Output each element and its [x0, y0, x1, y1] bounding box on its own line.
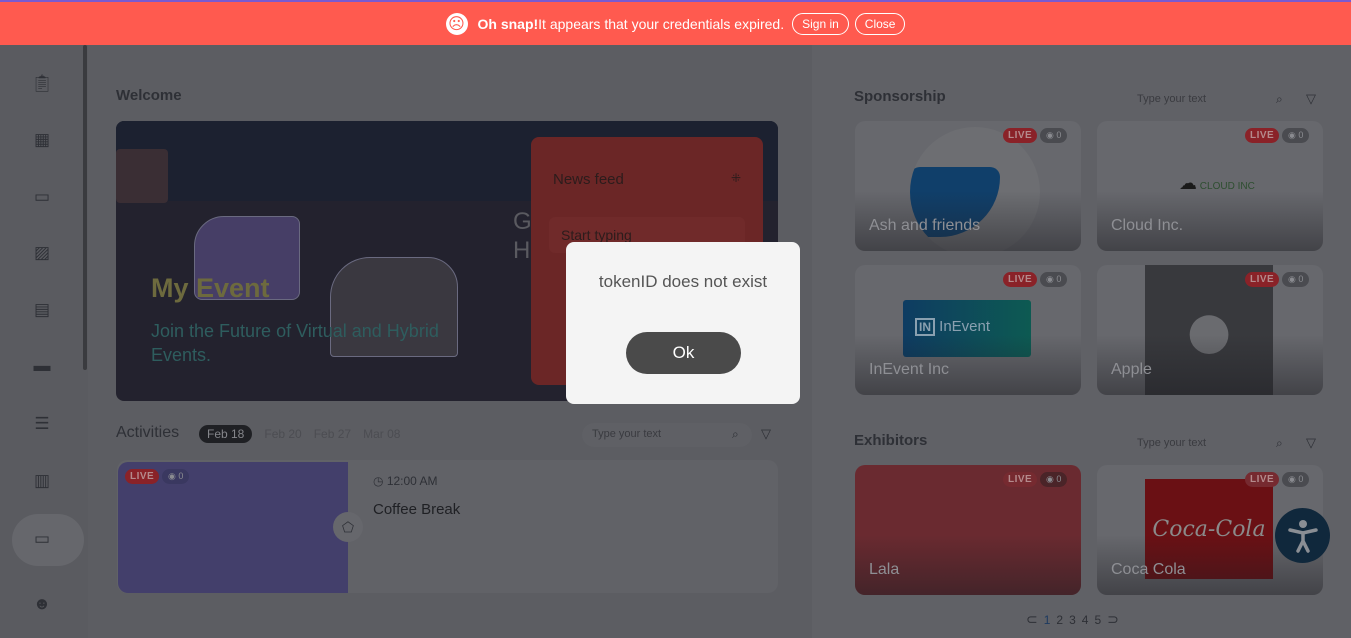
next-page-icon[interactable]: ⊃ [1107, 611, 1119, 628]
filter-icon[interactable]: ▽ [1306, 435, 1316, 451]
views-badge: ◉ 0 [1282, 472, 1310, 487]
chat-list-icon[interactable]: ☰ [30, 412, 54, 436]
page-link[interactable]: 5 [1094, 613, 1101, 627]
search-icon[interactable]: ⌕ [1276, 92, 1283, 107]
exhibitors-title: Exhibitors [854, 432, 928, 449]
sponsorship-title: Sponsorship [854, 88, 946, 105]
filter-icon[interactable]: ▽ [761, 426, 771, 442]
logo-text: InEvent [939, 318, 991, 335]
sponsor-card[interactable]: ☁ CLOUD INC LIVE ◉ 0 Cloud Inc. [1097, 121, 1323, 251]
sad-face-icon: ☹ [445, 12, 468, 35]
live-badge: LIVE [1245, 472, 1280, 487]
image-icon[interactable]: ▨ [30, 241, 54, 265]
live-badge: LIVE [1003, 472, 1038, 487]
hero-photo [116, 149, 168, 203]
exhibitor-name: Coca Cola [1111, 561, 1186, 578]
sponsor-card[interactable]: ● LIVE ◉ 0 Apple [1097, 265, 1323, 395]
exhibitors-search-input[interactable]: Type your text [1137, 437, 1206, 449]
calendar-icon[interactable]: ▭ [30, 185, 54, 209]
tab-date-selected[interactable]: Feb 18 [199, 425, 253, 443]
views-badge: ◉ 0 [1282, 272, 1310, 287]
tab-date[interactable]: Feb 27 [314, 427, 351, 441]
date-tabs: Feb 18 Feb 20 Feb 27 Mar 08 [199, 425, 400, 443]
credentials-expired-banner: ☹ Oh snap! It appears that your credenti… [0, 0, 1351, 45]
collapse-icon[interactable]: ⁜ [731, 171, 741, 185]
id-card-icon[interactable]: ▤ [30, 298, 54, 322]
event-subtitle: Join the Future of Virtual and Hybrid Ev… [151, 321, 439, 365]
live-badge: LIVE [125, 469, 160, 484]
accessibility-button[interactable] [1275, 508, 1330, 563]
prev-page-icon[interactable]: ⊂ [1026, 611, 1038, 628]
live-badge: LIVE [1245, 128, 1280, 143]
exhibitor-name: Lala [869, 561, 900, 578]
error-dialog: tokenID does not exist Ok [566, 242, 800, 404]
close-banner-button[interactable]: Close [854, 12, 906, 35]
banner-message: It appears that your credentials expired… [538, 15, 785, 32]
pagination: ⊂ 1 2 3 4 5 ⊃ [1023, 611, 1122, 628]
views-count: 0 [1056, 474, 1062, 484]
sponsor-card[interactable]: IN InEvent LIVE ◉ 0 InEvent Inc [855, 265, 1081, 395]
event-title: My Event [151, 273, 270, 303]
calendar-grid-icon[interactable]: ▦ [30, 128, 54, 152]
views-count: 0 [178, 471, 184, 481]
tab-date[interactable]: Mar 08 [363, 427, 400, 441]
page-link[interactable]: 4 [1082, 613, 1089, 627]
clock-icon: ◷ [373, 474, 384, 488]
page-link[interactable]: 1 [1044, 613, 1051, 627]
views-count: 0 [1298, 130, 1304, 140]
sign-in-button[interactable]: Sign in [792, 12, 849, 35]
exhibitor-card[interactable]: LIVE ◉ 0 Lala [855, 465, 1081, 595]
sidebar-scrollbar[interactable] [83, 45, 87, 370]
sponsor-name: InEvent Inc [869, 361, 950, 378]
filter-icon[interactable]: ▽ [1306, 91, 1316, 107]
monitor-icon[interactable]: ▭ [30, 527, 54, 551]
search-icon[interactable]: ⌕ [1276, 436, 1283, 451]
hero-heading: G H [513, 208, 532, 264]
ok-button[interactable]: Ok [626, 332, 741, 374]
live-badge: LIVE [1003, 272, 1038, 287]
views-badge: ◉ 0 [1282, 128, 1310, 143]
views-badge: ◉ 0 [1040, 272, 1068, 287]
page-link[interactable]: 2 [1056, 613, 1063, 627]
activity-name: Coffee Break [373, 501, 461, 518]
live-badge: LIVE [1245, 272, 1280, 287]
activities-search-input[interactable]: Type your text [582, 423, 752, 447]
accessibility-icon [1287, 519, 1318, 553]
sponsor-name: Cloud Inc. [1111, 217, 1184, 234]
sponsor-card[interactable]: LIVE ◉ 0 Ash and friends [855, 121, 1081, 251]
tab-date[interactable]: Feb 20 [264, 427, 301, 441]
views-count: 0 [1298, 474, 1304, 484]
avatar[interactable]: ☻ [30, 592, 54, 616]
news-feed-title: News feed [553, 171, 624, 188]
views-count: 0 [1056, 130, 1062, 140]
table-icon[interactable]: ▥ [30, 469, 54, 493]
views-count: 0 [1298, 274, 1304, 284]
ticket-icon[interactable]: ▬ [30, 354, 54, 378]
activity-card[interactable]: LIVE ◉ 0 ⬠ ◷ 12:00 AM Coffee Break [117, 460, 778, 593]
time-text: 12:00 AM [386, 474, 438, 488]
banner-strong: Oh snap! [477, 15, 539, 32]
views-badge: ◉ 0 [1040, 128, 1068, 143]
views-badge: ◉ 0 [1040, 472, 1068, 487]
views-count: 0 [1056, 274, 1062, 284]
activity-time: ◷ 12:00 AM [373, 474, 438, 488]
live-badge: LIVE [1003, 128, 1038, 143]
sponsorship-search-input[interactable]: Type your text [1137, 93, 1206, 105]
sponsor-name: Apple [1111, 361, 1152, 378]
welcome-title: Welcome [116, 87, 182, 104]
search-icon[interactable]: ⌕ [732, 427, 739, 442]
activities-title: Activities [116, 424, 180, 441]
tag-icon[interactable]: ⬠ [333, 512, 363, 542]
page-link[interactable]: 3 [1069, 613, 1076, 627]
dialog-message: tokenID does not exist [598, 272, 768, 291]
clipboard-icon[interactable]: 📋︎ [30, 72, 54, 96]
views-badge: ◉ 0 [162, 469, 190, 484]
sponsor-name: Ash and friends [869, 217, 981, 234]
